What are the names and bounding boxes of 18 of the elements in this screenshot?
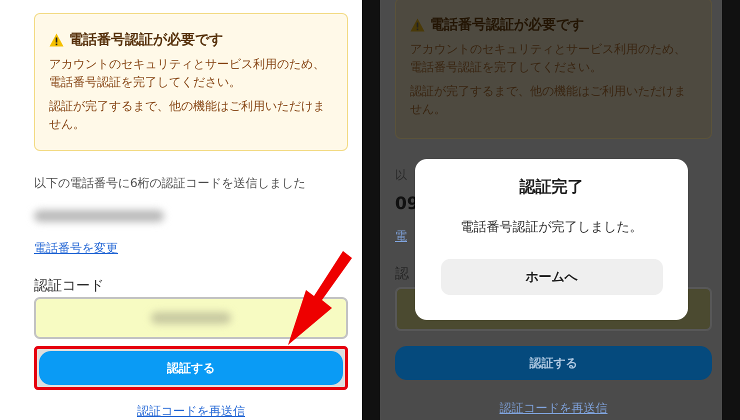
home-button[interactable]: ホームへ — [440, 259, 662, 295]
resend-code-link[interactable]: 認証コードを再送信 — [137, 403, 245, 420]
warning-text: 認証が完了するまで、他の機能はご利用いただけません。 — [49, 98, 326, 133]
warning-title: 電話番号認証が必要です — [430, 16, 584, 34]
field-label: 認証コード — [34, 277, 104, 296]
dialog-message: 電話番号認証が完了しました。 — [460, 219, 642, 236]
dialog-title: 認証完了 — [520, 177, 584, 198]
info-text: 以下の電話番号に6桁の認証コードを送信しました — [34, 175, 306, 192]
resend-code-link[interactable]: 認証コードを再送信 — [500, 400, 608, 417]
code-input-field[interactable] — [34, 297, 348, 339]
verify-button[interactable]: 認証する — [39, 351, 343, 385]
verify-button[interactable]: 認証する — [395, 346, 712, 380]
warning-title: 電話番号認証が必要です — [69, 31, 223, 49]
warning-icon — [410, 18, 425, 32]
warning-icon — [49, 33, 64, 47]
warning-text: アカウントのセキュリティとサービス利用のため、電話番号認証を完了してください。 — [49, 56, 326, 91]
change-phone-link[interactable]: 電話番号を変更 — [34, 240, 118, 258]
change-phone-link[interactable]: 電 — [395, 228, 407, 245]
